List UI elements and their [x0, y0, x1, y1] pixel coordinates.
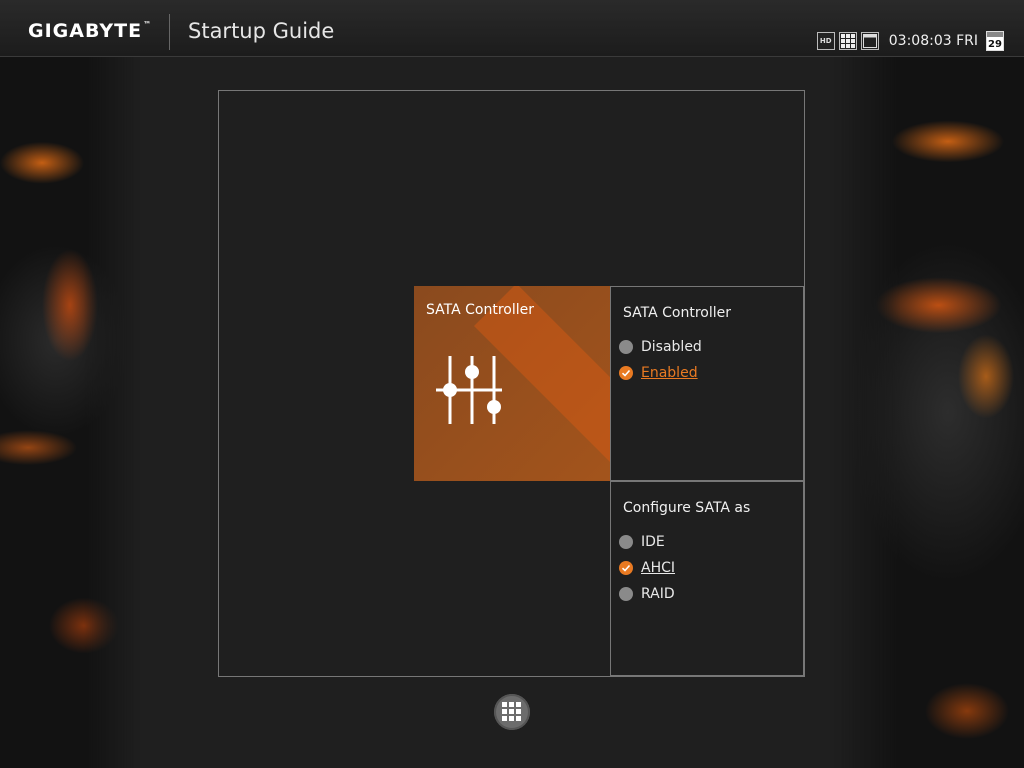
- option-raid[interactable]: RAID: [619, 586, 675, 602]
- grid-menu-icon: [502, 702, 521, 721]
- calendar-icon[interactable]: 29: [986, 31, 1004, 51]
- header-toolbar: HD 03:08:03 FRI 29: [816, 30, 1004, 52]
- radio-checked-icon: [619, 366, 633, 380]
- hd-icon: HD: [819, 37, 832, 45]
- sata-controller-panel: SATA Controller Disabled Enabled: [610, 286, 804, 481]
- header-bar: GIGABYTE™ Startup Guide HD 03:08:03 FRI …: [0, 0, 1024, 57]
- option-label: Enabled: [641, 365, 698, 381]
- option-ide[interactable]: IDE: [619, 534, 665, 550]
- sliders-icon: [436, 356, 502, 424]
- grid-icon: [840, 34, 855, 48]
- option-label: AHCI: [641, 560, 676, 576]
- option-label: Disabled: [641, 339, 702, 355]
- configure-sata-title: Configure SATA as: [623, 500, 751, 516]
- window-icon: [862, 34, 877, 48]
- brand-trademark: ™: [143, 20, 153, 29]
- brand-name: GIGABYTE: [28, 20, 143, 42]
- radio-off-icon: [619, 340, 633, 354]
- grid-view-button[interactable]: [838, 32, 857, 50]
- header-divider: [169, 14, 170, 50]
- option-disabled[interactable]: Disabled: [619, 339, 702, 355]
- lava-art-left: [0, 56, 140, 768]
- sata-controller-title: SATA Controller: [623, 305, 731, 321]
- lava-art-right: [834, 56, 1024, 768]
- calendar-day: 29: [988, 39, 1002, 50]
- tile-title: SATA Controller: [426, 302, 534, 318]
- radio-checked-icon: [619, 561, 633, 575]
- brand-logo: GIGABYTE™: [28, 20, 152, 42]
- hd-mode-button[interactable]: HD: [816, 32, 835, 50]
- option-ahci[interactable]: AHCI: [619, 560, 675, 576]
- option-enabled[interactable]: Enabled: [619, 365, 698, 381]
- option-label: IDE: [641, 534, 665, 550]
- clock: 03:08:03 FRI: [888, 33, 978, 49]
- option-label: RAID: [641, 586, 675, 602]
- app-title: Startup Guide: [188, 19, 335, 43]
- configure-sata-panel: Configure SATA as IDE AHCI RAID: [610, 481, 804, 676]
- sata-controller-tile[interactable]: SATA Controller: [414, 286, 610, 481]
- window-view-button[interactable]: [860, 32, 879, 50]
- home-menu-button[interactable]: [494, 694, 530, 730]
- radio-off-icon: [619, 587, 633, 601]
- radio-off-icon: [619, 535, 633, 549]
